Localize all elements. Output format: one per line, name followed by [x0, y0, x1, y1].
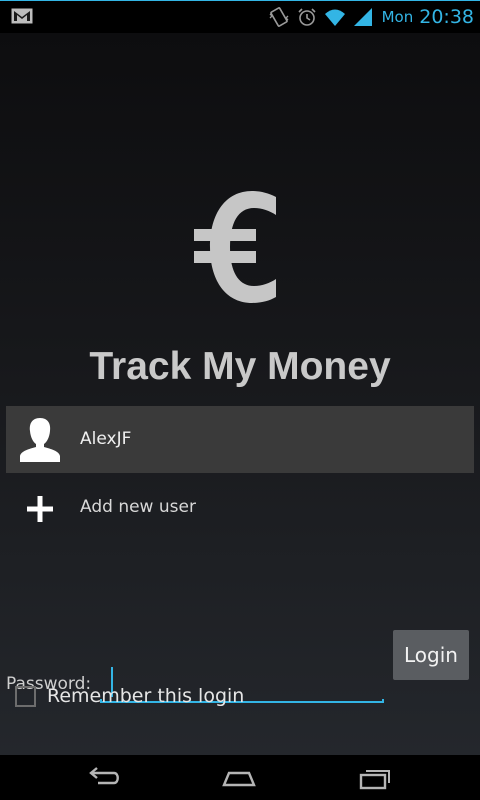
euro-logo-icon: [194, 191, 276, 303]
add-new-user-label: Add new user: [80, 497, 196, 517]
status-bar-accent-line: [0, 0, 480, 1]
user-avatar-icon: [20, 418, 60, 462]
recent-apps-icon[interactable]: [357, 765, 393, 791]
plus-icon: [27, 496, 53, 522]
status-bar: Mon 20:38: [0, 0, 480, 33]
gmail-icon: [11, 8, 33, 24]
home-icon[interactable]: [221, 765, 257, 791]
user-list-item[interactable]: AlexJF: [6, 406, 474, 473]
status-bar-right: Mon 20:38: [268, 3, 474, 31]
back-icon[interactable]: [86, 765, 122, 791]
wifi-icon: [324, 9, 345, 26]
alarm-icon: [298, 8, 316, 26]
login-button[interactable]: Login: [393, 630, 469, 680]
remember-login-checkbox-row[interactable]: Remember this login: [15, 683, 244, 709]
signal-icon: [353, 8, 372, 26]
remember-login-checkbox[interactable]: [15, 685, 36, 707]
add-new-user-item[interactable]: Add new user: [6, 473, 474, 541]
status-day: Mon: [381, 8, 414, 26]
navigation-bar: [0, 755, 480, 800]
user-name: AlexJF: [80, 429, 132, 449]
status-time: 20:38: [419, 6, 474, 28]
app-title: Track My Money: [89, 345, 391, 388]
remember-login-label: Remember this login: [47, 685, 245, 707]
vibrate-icon: [269, 7, 289, 27]
